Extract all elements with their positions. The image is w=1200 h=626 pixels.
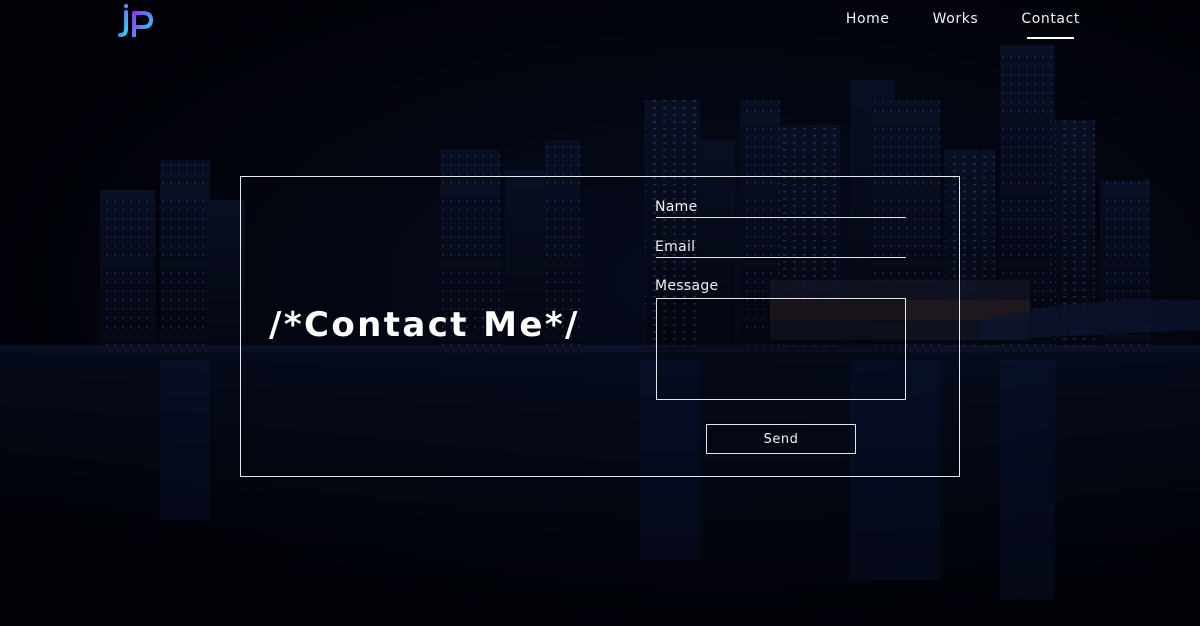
nav-home-link[interactable]: Home — [846, 11, 890, 37]
message-textarea[interactable] — [656, 298, 906, 400]
send-button[interactable]: Send — [706, 424, 856, 454]
nav-works-link[interactable]: Works — [933, 11, 979, 37]
nav-contact-link[interactable]: Contact — [1021, 11, 1080, 39]
contact-page: Home Works Contact /*Contact Me*/ Name E… — [0, 0, 1200, 626]
contact-card: /*Contact Me*/ Name Email Message Send — [240, 176, 960, 477]
jp-logo[interactable] — [116, 2, 156, 40]
main-nav: Home Works Contact — [846, 11, 1080, 39]
message-label: Message — [655, 278, 719, 294]
contact-heading: /*Contact Me*/ — [269, 305, 580, 345]
email-input[interactable] — [656, 237, 906, 258]
name-input[interactable] — [656, 197, 906, 218]
jp-monogram-logo-icon — [118, 3, 153, 37]
